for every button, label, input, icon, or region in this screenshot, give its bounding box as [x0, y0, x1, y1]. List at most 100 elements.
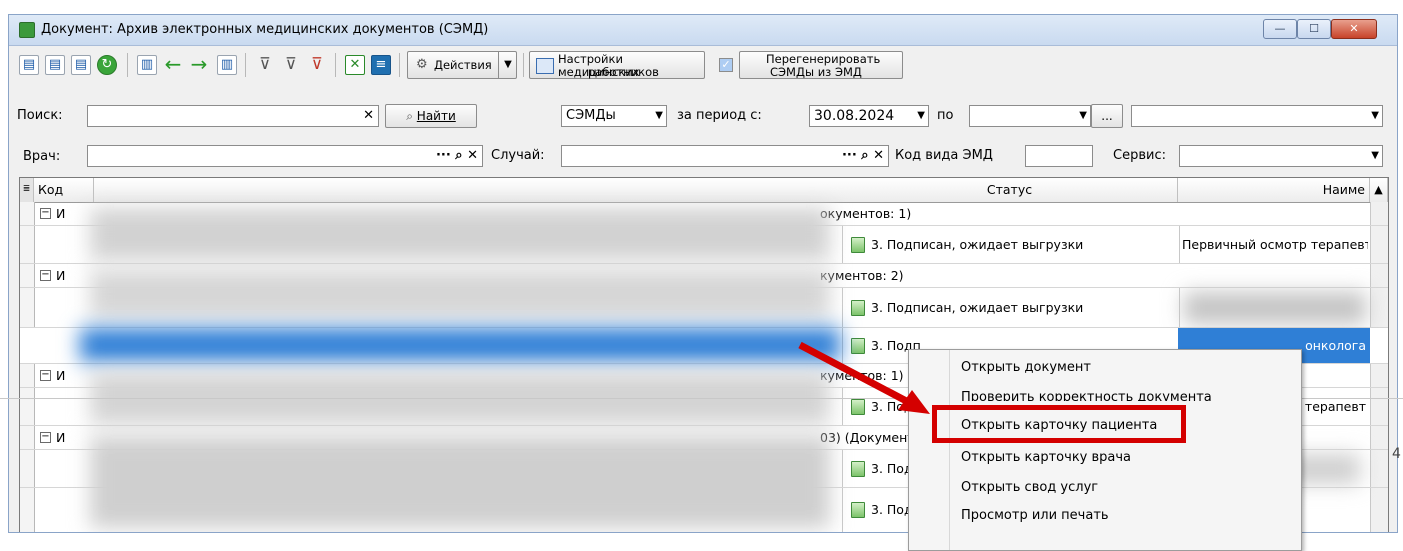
- column-header-code[interactable]: Код: [34, 178, 94, 202]
- scroll-up-arrow[interactable]: ▲: [1370, 178, 1388, 202]
- redacted-area: [90, 208, 830, 260]
- lookup-icons[interactable]: ··· ⌕ ✕: [436, 146, 478, 166]
- group-label-prefix: И: [56, 206, 66, 221]
- column-chooser-icon[interactable]: ≣: [20, 178, 34, 202]
- clear-icon[interactable]: ✕: [363, 106, 374, 126]
- column-header-status[interactable]: Статус: [842, 178, 1178, 202]
- extra-filter-select[interactable]: ▼: [1131, 105, 1383, 127]
- chevron-down-icon[interactable]: ▼: [498, 52, 517, 78]
- signed-doc-icon: [851, 237, 865, 253]
- group-label-prefix: И: [56, 430, 66, 445]
- window-title: Документ: Архив электронных медицинских …: [41, 22, 489, 37]
- refresh-icon[interactable]: ↻: [97, 55, 117, 75]
- columns-icon[interactable]: ≡: [371, 55, 391, 75]
- period-picker-button[interactable]: ...: [1091, 104, 1123, 128]
- group-label-tail: 03) (Документо: [820, 430, 923, 445]
- close-button[interactable]: ✕: [1331, 19, 1377, 39]
- collapse-icon[interactable]: −: [40, 432, 51, 443]
- row-status: 3. Подписан, ожидает выгрузки: [871, 237, 1084, 252]
- chevron-down-icon: ▼: [1371, 110, 1379, 121]
- filter-edit-icon[interactable]: ⊽: [281, 55, 301, 75]
- regenerate-semd-button[interactable]: Перегенерировать СЭМДы из ЭМД: [739, 51, 903, 79]
- app-icon: [19, 22, 35, 38]
- export-icon[interactable]: ▥: [137, 55, 157, 75]
- arrow-right-icon[interactable]: →: [189, 54, 209, 75]
- collapse-icon[interactable]: −: [40, 208, 51, 219]
- doc-delete-icon[interactable]: ▤: [71, 55, 91, 75]
- grid-header: ≣ Код Статус Наиме ▲: [20, 178, 1388, 203]
- toolbar-separator: [127, 53, 128, 77]
- import-icon[interactable]: ▥: [217, 55, 237, 75]
- find-icon: ⌕: [406, 109, 413, 123]
- signed-doc-icon: [851, 461, 865, 477]
- signed-doc-icon: [851, 502, 865, 518]
- document-type-value: СЭМДы: [566, 108, 616, 123]
- row-name: онколога: [1305, 338, 1366, 353]
- cropped-glyph: 4: [1392, 446, 1401, 462]
- column-header-name[interactable]: Наиме: [1178, 178, 1370, 202]
- group-label-tail: окументов: 1): [820, 206, 912, 221]
- redacted-name: [1184, 292, 1366, 324]
- signed-doc-icon: [851, 399, 865, 415]
- find-label: Найти: [416, 109, 456, 123]
- case-label: Случай:: [491, 148, 545, 163]
- toolbar-separator: [399, 53, 400, 77]
- emd-kind-label: Код вида ЭМД: [895, 148, 993, 163]
- settings-label-line2: работников: [588, 65, 659, 79]
- document-type-select[interactable]: СЭМДы ▼: [561, 105, 667, 127]
- chevron-down-icon: ▼: [1079, 110, 1087, 121]
- title-bar: Документ: Архив электронных медицинских …: [9, 15, 1397, 46]
- settings-doc-icon: [536, 58, 554, 74]
- period-to-date[interactable]: ▼: [969, 105, 1091, 127]
- menu-gutter: [949, 350, 950, 550]
- signed-doc-icon: [851, 300, 865, 316]
- menu-item-open-services[interactable]: Открыть свод услуг: [961, 480, 1098, 495]
- excel-icon[interactable]: ✕: [345, 55, 365, 75]
- chevron-down-icon: ▼: [1371, 150, 1379, 161]
- period-to-label: по: [937, 108, 954, 123]
- period-from-label: за период с:: [677, 108, 762, 123]
- regenerate-checkbox[interactable]: ✓: [719, 58, 733, 72]
- toolbar: ▤ ▤ ▤ ↻ ▥ ← → ▥ ⊽ ⊽ ⊽ ✕ ≡ ⚙ Действия ▼ Н…: [9, 45, 1397, 85]
- doc-edit-icon[interactable]: ▤: [45, 55, 65, 75]
- gear-icon: ⚙: [416, 57, 428, 72]
- search-label: Поиск:: [17, 108, 63, 123]
- redacted-area: [90, 270, 830, 318]
- emd-kind-input[interactable]: [1025, 145, 1093, 167]
- menu-item-open-doctor-card[interactable]: Открыть карточку врача: [961, 450, 1131, 465]
- period-from-date[interactable]: 30.08.2024 ▼: [809, 105, 929, 127]
- menu-item-view-print[interactable]: Просмотр или печать: [961, 508, 1109, 523]
- menu-item-open-document[interactable]: Открыть документ: [961, 360, 1091, 375]
- filter-icon[interactable]: ⊽: [255, 55, 275, 75]
- actions-label: Действия: [434, 58, 492, 72]
- collapse-icon[interactable]: −: [40, 270, 51, 281]
- lookup-icons[interactable]: ··· ⌕ ✕: [842, 146, 884, 166]
- arrow-left-icon[interactable]: ←: [163, 54, 183, 75]
- doc-new-icon[interactable]: ▤: [19, 55, 39, 75]
- chevron-down-icon: ▼: [655, 110, 663, 121]
- row-status: 3. Подписан, ожидает выгрузки: [871, 300, 1084, 315]
- actions-button[interactable]: ⚙ Действия ▼: [407, 51, 517, 79]
- regenerate-label-line2: СЭМДы из ЭМД: [770, 65, 862, 79]
- minimize-button[interactable]: —: [1263, 19, 1297, 39]
- collapse-icon[interactable]: −: [40, 370, 51, 381]
- redacted-area: [90, 436, 830, 528]
- toolbar-separator: [523, 53, 524, 77]
- medical-workers-settings-button[interactable]: Настройки медицинских работников: [529, 51, 705, 79]
- service-select[interactable]: ▼: [1179, 145, 1383, 167]
- group-label-tail: кументов: 1): [820, 368, 904, 383]
- group-label-tail: кументов: 2): [820, 268, 904, 283]
- find-button[interactable]: ⌕ Найти: [385, 104, 477, 128]
- redacted-area-selected: [80, 328, 840, 362]
- search-input[interactable]: ✕: [87, 105, 379, 127]
- chevron-down-icon: ▼: [917, 110, 925, 121]
- case-input[interactable]: ··· ⌕ ✕: [561, 145, 889, 167]
- menu-item-check-document[interactable]: Проверить корректность документа: [961, 390, 1212, 401]
- maximize-button[interactable]: ☐: [1297, 19, 1331, 39]
- toolbar-separator: [245, 53, 246, 77]
- service-label: Сервис:: [1113, 148, 1166, 163]
- row-name: Первичный осмотр терапевт: [1182, 237, 1368, 252]
- filter-clear-icon[interactable]: ⊽: [307, 55, 327, 75]
- doctor-input[interactable]: ··· ⌕ ✕: [87, 145, 483, 167]
- period-from-value: 30.08.2024: [814, 108, 895, 124]
